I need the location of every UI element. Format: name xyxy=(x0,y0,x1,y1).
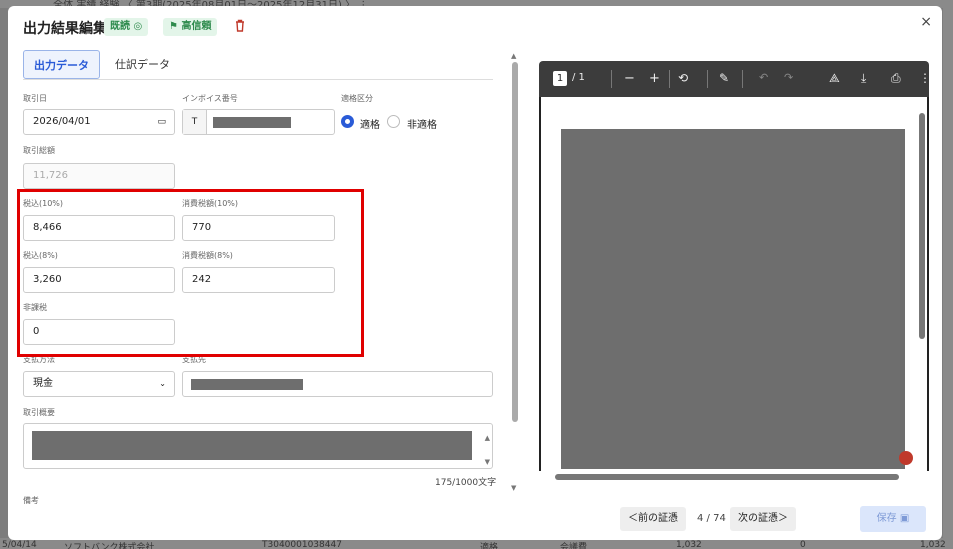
flag-icon: ⚑ xyxy=(169,21,178,32)
qualified-label: 適格区分 xyxy=(341,94,373,103)
background-cell: 適格 xyxy=(480,543,499,549)
pdf-toolbar: 1 / 1 − + ⟲ ✎ ↶ ↷ ⟁ ⤓ ⎙ ⋮ xyxy=(539,61,931,97)
toolbar-divider xyxy=(742,70,743,88)
modal-title: 出力結果編集 xyxy=(23,21,107,37)
tab-bar: 出力データ 仕訳データ xyxy=(23,50,493,80)
toolbar-divider xyxy=(707,70,708,88)
textarea-scroll-arrows[interactable]: ▲ ▼ xyxy=(485,426,490,474)
date-label: 取引日 xyxy=(23,94,47,103)
notification-dot xyxy=(899,451,913,465)
high-trust-label: 高信頼 xyxy=(181,21,212,32)
highlight-box xyxy=(17,189,364,357)
char-counter: 175/1000文字 xyxy=(435,478,497,488)
memo-label: 備考 xyxy=(23,496,39,505)
payee-field[interactable] xyxy=(182,371,493,397)
zoom-out-icon[interactable]: − xyxy=(624,71,635,86)
print-icon[interactable]: ⎙ xyxy=(891,71,901,86)
background-cell: ソフトバンク株式会社 xyxy=(64,543,155,549)
undo-icon[interactable]: ↶ xyxy=(759,71,768,84)
toolbar-divider xyxy=(611,70,612,88)
background-cell: 0 xyxy=(800,540,806,549)
pdf-horizontal-thumb[interactable] xyxy=(555,474,899,480)
draw-icon[interactable]: ✎ xyxy=(719,71,729,85)
tab-output-data[interactable]: 出力データ xyxy=(23,50,100,79)
chevron-down-icon: ⌄ xyxy=(159,379,166,388)
payment-select[interactable]: 現金 ⌄ xyxy=(23,371,175,397)
edit-modal: 出力結果編集 既読 ◎ ⚑ 高信頼 × 出力データ 仕訳データ 取引日 2026… xyxy=(8,6,942,540)
next-evidence-button[interactable]: 次の証憑＞ xyxy=(730,507,796,531)
edit-form: 取引日 2026/04/01 ▭ インボイス番号 T 適格区分 適格 非適格 取… xyxy=(8,86,508,506)
background-cell: 会議費 xyxy=(560,543,588,549)
tab-journal-data[interactable]: 仕訳データ xyxy=(105,50,180,79)
evidence-counter: 4 / 74 xyxy=(697,513,726,524)
total-label: 取引総額 xyxy=(23,146,55,155)
redacted-payee xyxy=(191,379,303,390)
scroll-up-icon[interactable]: ▲ xyxy=(511,52,516,60)
pdf-page xyxy=(561,129,905,469)
save-icon: ▣ xyxy=(899,513,910,524)
background-cell: 1,032 xyxy=(676,540,702,549)
prev-evidence-button[interactable]: ＜前の証憑 xyxy=(620,507,686,531)
redacted-summary xyxy=(32,431,472,460)
trash-icon[interactable] xyxy=(234,19,246,33)
total-field: 11,726 xyxy=(23,163,175,189)
read-badge: 既読 ◎ xyxy=(104,18,149,36)
page-total: / 1 xyxy=(572,72,585,83)
invoice-prefix: T xyxy=(183,110,207,134)
background-right-edge xyxy=(943,0,953,549)
summary-textarea[interactable]: ▲ ▼ xyxy=(23,423,493,469)
page-number-input[interactable]: 1 xyxy=(553,71,567,86)
date-field[interactable]: 2026/04/01 ▭ xyxy=(23,109,175,135)
add-drive-icon[interactable]: ⟁ xyxy=(829,71,840,86)
pdf-vertical-thumb[interactable] xyxy=(919,113,925,339)
calendar-icon[interactable]: ▭ xyxy=(157,110,166,134)
high-trust-badge: ⚑ 高信頼 xyxy=(163,18,218,36)
background-cell: 1,032 xyxy=(920,540,946,549)
close-button[interactable]: × xyxy=(920,14,932,30)
radio-non-qualified[interactable] xyxy=(387,115,400,128)
more-icon[interactable]: ⋮ xyxy=(919,71,931,85)
form-scrollbar[interactable]: ▲ ▼ xyxy=(511,52,519,492)
rotate-icon[interactable]: ⟲ xyxy=(678,71,688,85)
total-value: 11,726 xyxy=(33,170,68,181)
form-scrollbar-thumb[interactable] xyxy=(512,62,518,422)
zoom-in-icon[interactable]: + xyxy=(649,71,660,86)
radio-qualified-label: 適格 xyxy=(360,120,380,131)
background-cell: T3040001038447 xyxy=(262,540,342,549)
redacted-invoice xyxy=(213,117,291,128)
date-value: 2026/04/01 xyxy=(33,116,91,127)
modal-header: 出力結果編集 既読 ◎ ⚑ 高信頼 × xyxy=(8,6,942,46)
pdf-document-area xyxy=(539,97,929,471)
summary-label: 取引概要 xyxy=(23,408,55,417)
pdf-horizontal-scrollbar[interactable] xyxy=(539,471,929,483)
invoice-label: インボイス番号 xyxy=(182,94,238,103)
toolbar-divider xyxy=(669,70,670,88)
radio-qualified[interactable] xyxy=(341,115,354,128)
payment-value: 現金 xyxy=(33,378,53,389)
save-label: 保存 xyxy=(876,513,897,524)
background-cell: 5/04/14 xyxy=(2,540,37,549)
radio-non-qualified-label: 非適格 xyxy=(407,120,437,131)
scroll-down-icon[interactable]: ▼ xyxy=(511,484,516,492)
redo-icon[interactable]: ↷ xyxy=(784,71,793,84)
pdf-vertical-scrollbar[interactable] xyxy=(917,97,927,471)
invoice-field[interactable]: T xyxy=(182,109,335,135)
pdf-viewer: 1 / 1 − + ⟲ ✎ ↶ ↷ ⟁ ⤓ ⎙ ⋮ xyxy=(539,61,931,487)
save-button[interactable]: 保存 ▣ xyxy=(860,506,926,532)
download-icon[interactable]: ⤓ xyxy=(861,71,866,86)
